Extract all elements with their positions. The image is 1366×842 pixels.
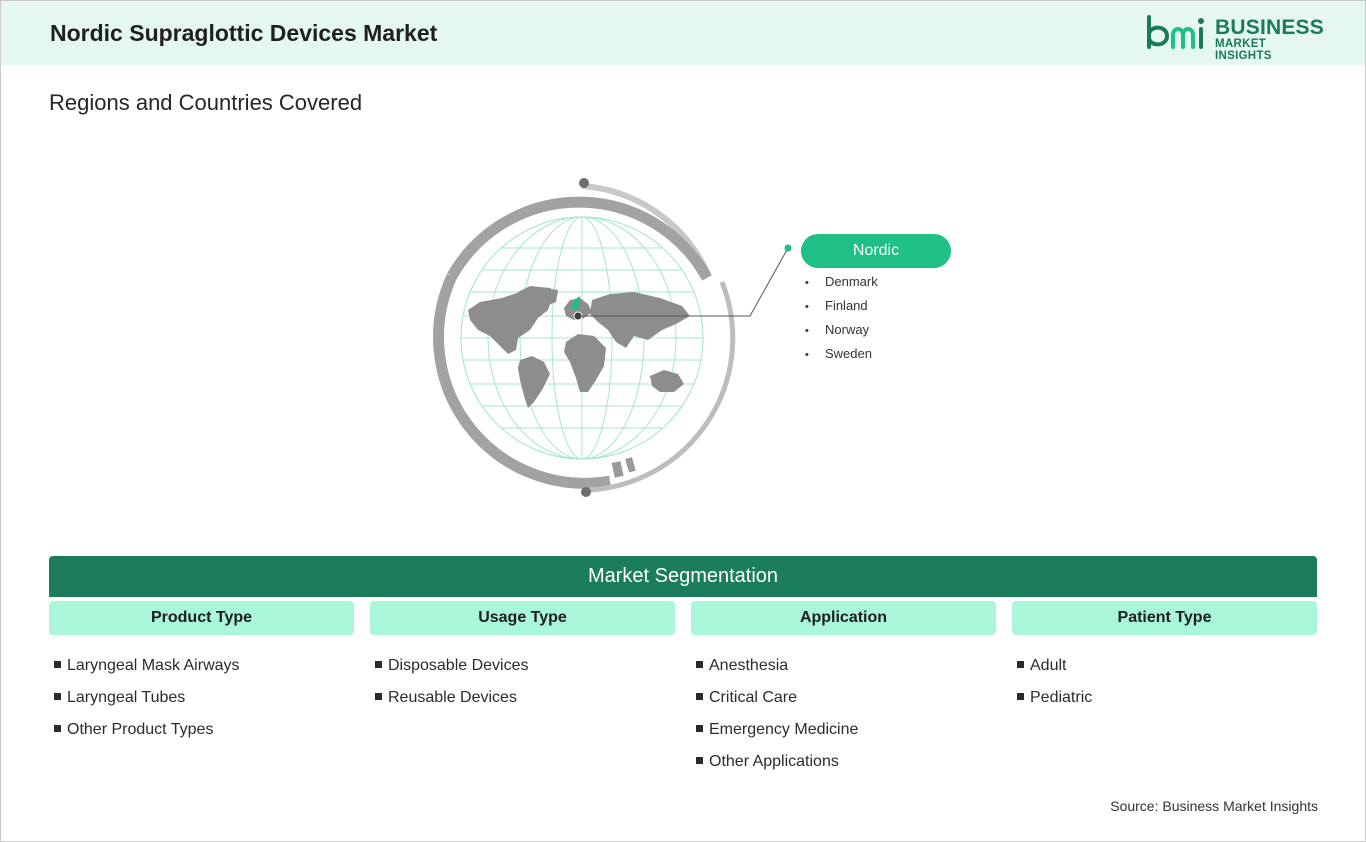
segment-item: Reusable Devices xyxy=(375,685,675,717)
segment-item: Adult xyxy=(1017,653,1317,685)
page-title: Nordic Supraglottic Devices Market xyxy=(50,20,438,46)
country-item: • Norway xyxy=(805,322,870,337)
source-note: Source: Business Market Insights xyxy=(1110,798,1318,814)
logo-text-business: BUSINESS xyxy=(1215,16,1324,39)
segment-heading: Application xyxy=(691,601,996,635)
country-item: • Finland xyxy=(805,298,868,313)
world-globe-graphic xyxy=(433,178,792,497)
regions-section-title: Regions and Countries Covered xyxy=(49,90,363,115)
header-bar: Nordic Supraglottic Devices Market BUSIN… xyxy=(1,1,1365,65)
segment-column-patient-type: Patient Type Adult Pediatric xyxy=(1012,601,1317,717)
country-list: • Denmark • Finland • Norway • Sweden xyxy=(805,272,878,368)
segment-column-usage-type: Usage Type Disposable Devices Reusable D… xyxy=(370,601,675,717)
logo-text-market-insights: MARKET INSIGHTS xyxy=(1215,38,1272,62)
segment-item: Laryngeal Mask Airways xyxy=(54,653,354,685)
segment-item: Pediatric xyxy=(1017,685,1317,717)
country-item: • Sweden xyxy=(805,346,872,361)
segment-item: Laryngeal Tubes xyxy=(54,685,354,717)
segment-heading: Patient Type xyxy=(1012,601,1317,635)
bmi-logo-mark-icon xyxy=(1147,15,1204,49)
callout-dot xyxy=(784,244,792,252)
segment-heading: Product Type xyxy=(49,601,354,635)
segment-item: Other Applications xyxy=(696,749,996,781)
country-item: • Denmark xyxy=(805,274,878,289)
ring-end-dot-bottom xyxy=(581,487,591,497)
segment-item: Critical Care xyxy=(696,685,996,717)
ring-end-dot-top xyxy=(579,178,589,188)
segment-item: Other Product Types xyxy=(54,717,354,749)
segment-column-product-type: Product Type Laryngeal Mask Airways Lary… xyxy=(49,601,354,749)
segment-column-application: Application Anesthesia Critical Care Eme… xyxy=(691,601,996,781)
region-pill-nordic: Nordic xyxy=(801,234,951,268)
segment-item: Disposable Devices xyxy=(375,653,675,685)
segment-heading: Usage Type xyxy=(370,601,675,635)
segment-item: Emergency Medicine xyxy=(696,717,996,749)
segmentation-banner: Market Segmentation xyxy=(49,556,1317,597)
bmi-logo: BUSINESS MARKET INSIGHTS xyxy=(1145,15,1325,62)
segment-item: Anesthesia xyxy=(696,653,996,685)
